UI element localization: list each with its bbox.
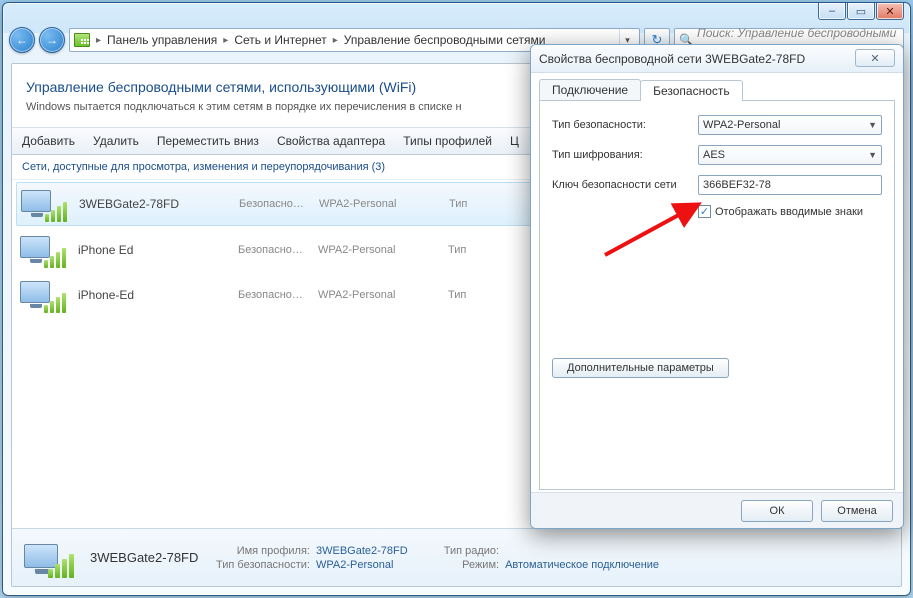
- breadcrumb[interactable]: Панель управления: [107, 33, 217, 47]
- wifi-icon: [20, 232, 68, 268]
- key-value: 366BEF32-78: [703, 179, 771, 191]
- dialog-title[interactable]: Свойства беспроводной сети 3WEBGate2-78F…: [531, 45, 903, 73]
- profile-value: 3WEBGate2-78FD: [316, 545, 408, 557]
- network-auth: WPA2-Personal: [319, 198, 439, 210]
- tab-page-security: Тип безопасности: WPA2-Personal ▼ Тип ши…: [539, 101, 895, 490]
- wifi-icon: [21, 186, 69, 222]
- back-icon: ←: [16, 33, 28, 47]
- close-icon: ✕: [870, 52, 879, 65]
- toolbar-more[interactable]: Ц: [510, 134, 519, 148]
- network-name: iPhone Ed: [78, 243, 228, 257]
- dialog-body: Подключение Безопасность Тип безопасност…: [539, 79, 895, 490]
- show-characters-checkbox[interactable]: ✓: [698, 205, 711, 218]
- ok-button[interactable]: ОК: [741, 500, 813, 522]
- key-row: Ключ безопасности сети 366BEF32-78: [552, 175, 882, 195]
- network-type: Тип: [448, 244, 488, 256]
- back-button[interactable]: ←: [9, 27, 35, 53]
- toolbar-delete[interactable]: Удалить: [93, 134, 139, 148]
- toolbar-profiles[interactable]: Типы профилей: [403, 134, 492, 148]
- security-label: Тип безопасности:: [216, 559, 310, 571]
- chevron-down-icon: ▼: [868, 150, 877, 160]
- toolbar-adapter[interactable]: Свойства адаптера: [277, 134, 385, 148]
- forward-button[interactable]: →: [39, 27, 65, 53]
- advanced-parameters-button[interactable]: Дополнительные параметры: [552, 358, 729, 378]
- cancel-button[interactable]: Отмена: [821, 500, 893, 522]
- chevron-right-icon: ▸: [221, 35, 230, 46]
- breadcrumb[interactable]: Управление беспроводными сетями: [344, 33, 546, 47]
- mode-value: Автоматическое подключение: [505, 559, 659, 571]
- chevron-down-icon: ▼: [868, 120, 877, 130]
- network-security-label: Безопасно…: [239, 198, 309, 210]
- forward-icon: →: [46, 33, 58, 47]
- network-type: Тип: [449, 198, 489, 210]
- location-icon: [74, 33, 90, 47]
- security-type-combo[interactable]: WPA2-Personal ▼: [698, 115, 882, 135]
- minimize-button[interactable]: –: [818, 2, 846, 20]
- maximize-button[interactable]: ▭: [847, 2, 875, 20]
- details-grid-2: Тип радио: Режим: Автоматическое подключ…: [444, 545, 659, 571]
- dialog-title-text: Свойства беспроводной сети 3WEBGate2-78F…: [539, 52, 805, 66]
- selected-network-name: 3WEBGate2-78FD: [90, 550, 200, 565]
- chevron-right-icon: ▸: [94, 35, 103, 46]
- security-value: WPA2-Personal: [316, 559, 408, 571]
- tab-strip: Подключение Безопасность: [539, 79, 895, 101]
- security-type-label: Тип безопасности:: [552, 119, 692, 131]
- network-security-label: Безопасно…: [238, 244, 308, 256]
- tab-connection[interactable]: Подключение: [539, 79, 641, 100]
- encryption-value: AES: [703, 149, 725, 161]
- dialog-close-button[interactable]: ✕: [855, 49, 895, 67]
- key-input[interactable]: 366BEF32-78: [698, 175, 882, 195]
- caption-bar: – ▭ ✕: [3, 3, 910, 23]
- network-type: Тип: [448, 289, 488, 301]
- breadcrumb[interactable]: Сеть и Интернет: [234, 33, 326, 47]
- dialog-buttons: ОК Отмена: [531, 492, 903, 528]
- close-button[interactable]: ✕: [876, 2, 904, 20]
- mode-label: Режим:: [444, 559, 499, 571]
- chevron-right-icon: ▸: [331, 35, 340, 46]
- show-characters-row[interactable]: ✓ Отображать вводимые знаки: [698, 205, 882, 218]
- profile-label: Имя профиля:: [216, 545, 310, 557]
- encryption-row: Тип шифрования: AES ▼: [552, 145, 882, 165]
- encryption-combo[interactable]: AES ▼: [698, 145, 882, 165]
- network-security-label: Безопасно…: [238, 289, 308, 301]
- caption-buttons: – ▭ ✕: [818, 2, 904, 20]
- details-grid: Имя профиля: 3WEBGate2-78FD Тип безопасн…: [216, 545, 408, 571]
- show-characters-label: Отображать вводимые знаки: [715, 206, 863, 218]
- wifi-icon: [24, 538, 74, 578]
- radio-value: [505, 545, 659, 557]
- encryption-label: Тип шифрования:: [552, 149, 692, 161]
- radio-label: Тип радио:: [444, 545, 499, 557]
- tab-security[interactable]: Безопасность: [640, 80, 743, 101]
- details-footer: 3WEBGate2-78FD Имя профиля: 3WEBGate2-78…: [12, 528, 901, 586]
- security-type-row: Тип безопасности: WPA2-Personal ▼: [552, 115, 882, 135]
- wifi-icon: [20, 277, 68, 313]
- toolbar-move-down[interactable]: Переместить вниз: [157, 134, 259, 148]
- properties-dialog: Свойства беспроводной сети 3WEBGate2-78F…: [530, 44, 904, 529]
- security-type-value: WPA2-Personal: [703, 119, 780, 131]
- network-auth: WPA2-Personal: [318, 244, 438, 256]
- network-auth: WPA2-Personal: [318, 289, 438, 301]
- key-label: Ключ безопасности сети: [552, 179, 692, 191]
- network-name: 3WEBGate2-78FD: [79, 197, 229, 211]
- toolbar-add[interactable]: Добавить: [22, 134, 75, 148]
- network-name: iPhone-Ed: [78, 288, 228, 302]
